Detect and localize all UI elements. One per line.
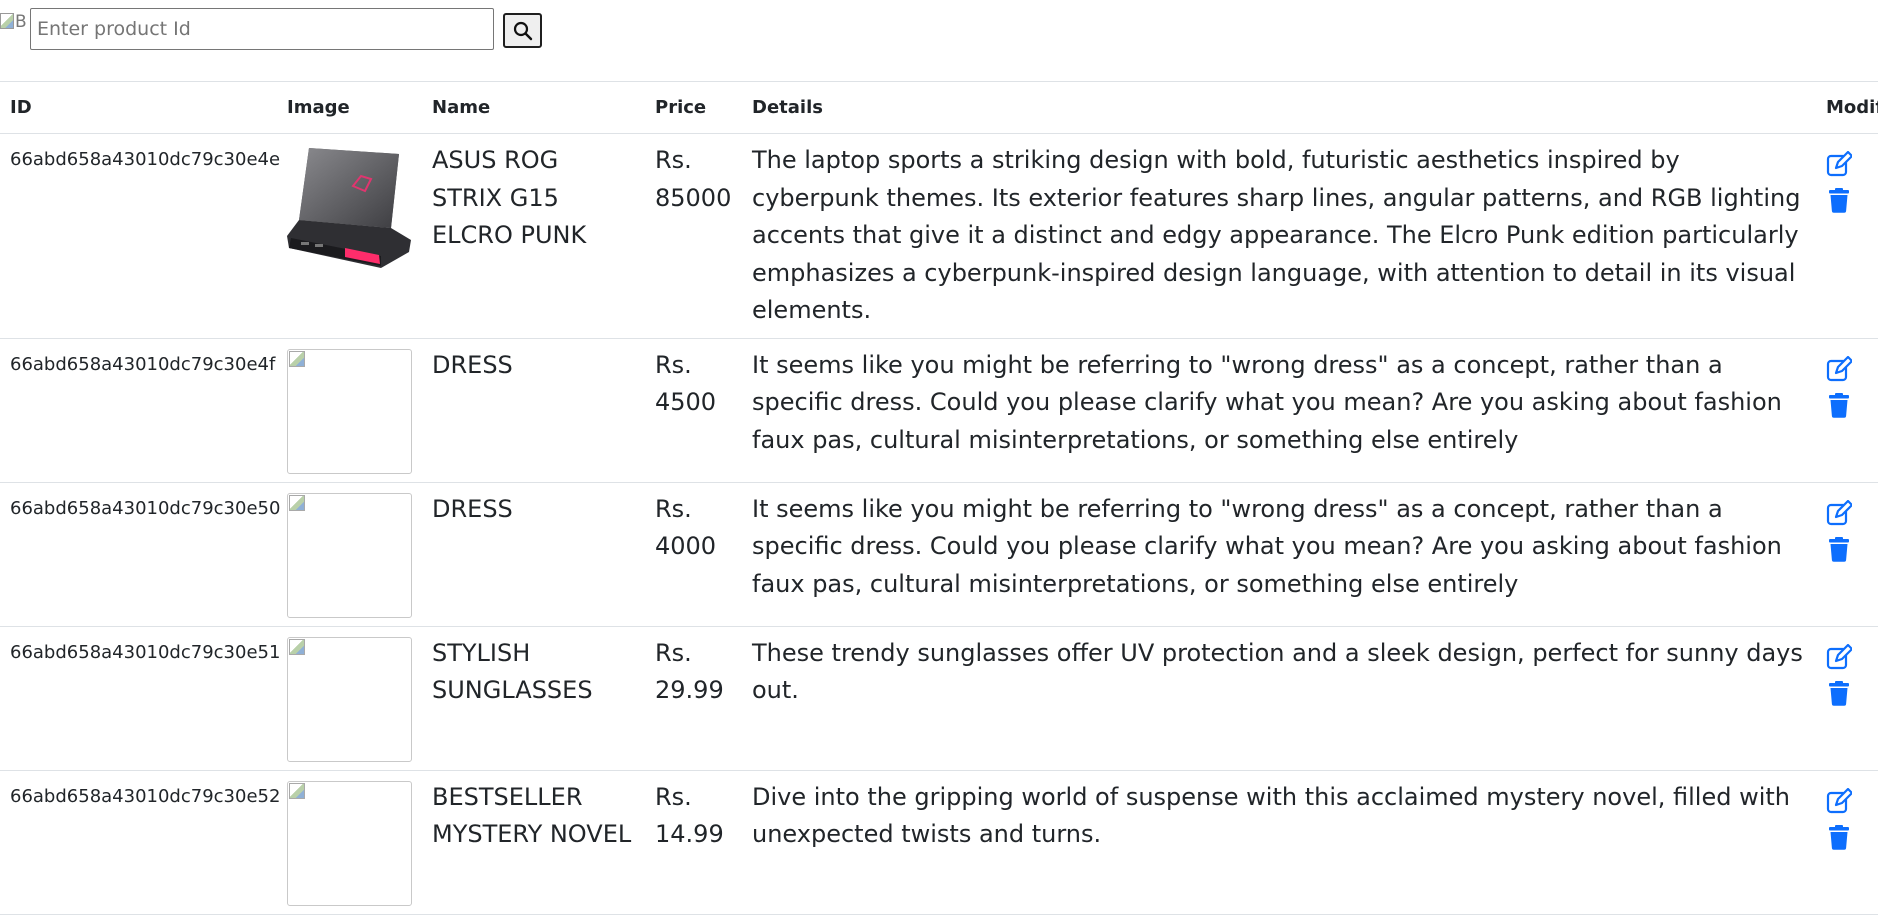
- product-name-cell: DRESS: [422, 338, 645, 483]
- product-image-cell: [277, 338, 422, 483]
- product-details-cell: It seems like you might be referring to …: [742, 482, 1816, 627]
- product-details-cell: Dive into the gripping world of suspense…: [742, 770, 1816, 915]
- broken-image-icon: [289, 638, 305, 655]
- product-price-cell: Rs. 14.99: [645, 770, 742, 915]
- search-button[interactable]: [503, 13, 542, 48]
- broken-product-image: [287, 348, 412, 474]
- edit-icon[interactable]: [1826, 787, 1852, 814]
- broken-product-image: [287, 492, 412, 618]
- product-details-cell: The laptop sports a striking design with…: [742, 133, 1816, 339]
- modify-cell: [1816, 482, 1878, 627]
- edit-icon[interactable]: [1826, 643, 1852, 670]
- modify-cell: [1816, 133, 1878, 339]
- product-id-search-input[interactable]: [30, 8, 494, 50]
- product-image-cell: [277, 133, 422, 339]
- table-row: 66abd658a43010dc79c30e4e ASUS ROG STRIX …: [0, 133, 1878, 339]
- broken-product-image: [287, 780, 412, 906]
- product-id-cell: 66abd658a43010dc79c30e52: [0, 770, 280, 915]
- edit-icon[interactable]: [1826, 355, 1852, 382]
- product-details-cell: These trendy sunglasses offer UV protect…: [742, 626, 1816, 771]
- product-table: ID Image Name Price Details Modify 66abd…: [0, 81, 1878, 915]
- product-name-cell: BESTSELLER MYSTERY NOVEL: [422, 770, 645, 915]
- product-name-cell: ASUS ROG STRIX G15 ELCRO PUNK: [422, 133, 645, 339]
- modify-cell: [1816, 626, 1878, 771]
- product-id-cell: 66abd658a43010dc79c30e4f: [0, 338, 277, 483]
- product-image-cell: [277, 482, 422, 627]
- product-table-wrapper: ID Image Name Price Details Modify 66abd…: [0, 81, 1878, 915]
- product-details-cell: It seems like you might be referring to …: [742, 338, 1816, 483]
- product-price-cell: Rs. 85000: [645, 133, 742, 339]
- product-name-cell: DRESS: [422, 482, 645, 627]
- product-id-cell: 66abd658a43010dc79c30e4e: [0, 133, 280, 339]
- broken-image-icon: [289, 494, 305, 511]
- column-header-modify: Modify: [1816, 81, 1878, 134]
- product-price-cell: Rs. 4000: [645, 482, 742, 627]
- table-header-row: ID Image Name Price Details Modify: [0, 81, 1878, 134]
- product-price-cell: Rs. 4500: [645, 338, 742, 483]
- trash-icon[interactable]: [1826, 392, 1852, 418]
- broken-logo-image: B: [0, 12, 30, 34]
- edit-icon[interactable]: [1826, 151, 1852, 177]
- product-name-cell: STYLISH SUNGLASSES: [422, 626, 645, 771]
- edit-icon[interactable]: [1826, 499, 1852, 526]
- column-header-id: ID: [0, 81, 277, 134]
- product-image-cell: [277, 770, 422, 915]
- product-id-cell: 66abd658a43010dc79c30e50: [0, 482, 280, 627]
- logo-alt-text: B: [15, 12, 27, 32]
- trash-icon[interactable]: [1826, 680, 1852, 706]
- trash-icon[interactable]: [1826, 187, 1852, 213]
- table-row: 66abd658a43010dc79c30e50 DRESS Rs. 4000 …: [0, 482, 1878, 627]
- trash-icon[interactable]: [1826, 536, 1852, 562]
- search-icon: [513, 21, 532, 40]
- modify-cell: [1816, 338, 1878, 483]
- product-price-cell: Rs. 29.99: [645, 626, 742, 771]
- table-row: 66abd658a43010dc79c30e4f DRESS Rs. 4500 …: [0, 338, 1878, 483]
- modify-cell: [1816, 770, 1878, 915]
- column-header-image: Image: [277, 81, 422, 134]
- trash-icon[interactable]: [1826, 824, 1852, 850]
- column-header-details: Details: [742, 81, 1816, 134]
- laptop-image: [287, 148, 411, 268]
- column-header-price: Price: [645, 81, 742, 134]
- table-row: 66abd658a43010dc79c30e51 STYLISH SUNGLAS…: [0, 626, 1878, 771]
- broken-product-image: [287, 636, 412, 762]
- column-header-name: Name: [422, 81, 645, 134]
- table-row: 66abd658a43010dc79c30e52 BESTSELLER MYST…: [0, 770, 1878, 915]
- product-id-cell: 66abd658a43010dc79c30e51: [0, 626, 280, 771]
- product-image-cell: [277, 626, 422, 771]
- top-bar: B: [0, 0, 1878, 60]
- broken-image-icon: [289, 782, 305, 799]
- broken-image-icon: [0, 13, 14, 29]
- broken-image-icon: [289, 350, 305, 367]
